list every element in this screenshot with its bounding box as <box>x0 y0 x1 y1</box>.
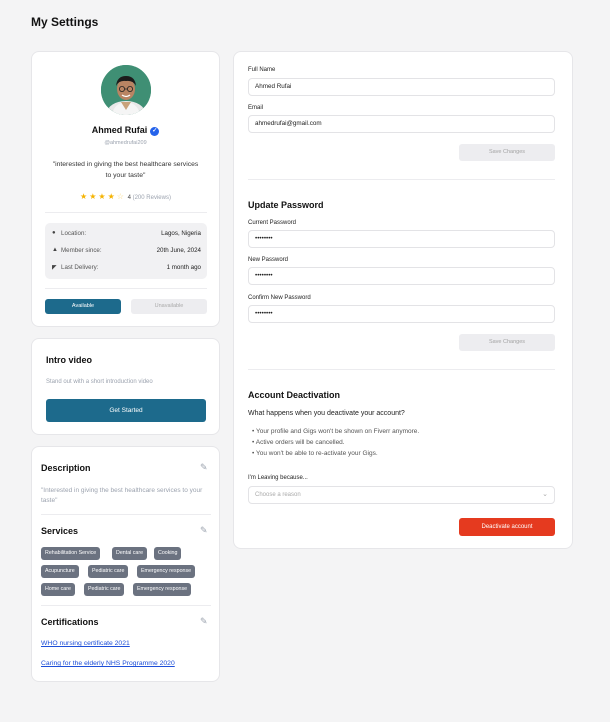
info-value: 20th June, 2024 <box>156 247 201 254</box>
rating-reviews: (200 Reviews) <box>132 195 171 201</box>
reason-placeholder: Choose a reason <box>255 492 301 498</box>
info-label: Member since: <box>61 247 102 254</box>
info-label: Location: <box>61 230 87 237</box>
unavailable-button[interactable]: Unavailable <box>131 299 207 314</box>
service-tag: Emergency response <box>133 583 192 596</box>
intro-title: Intro video <box>46 355 93 365</box>
deactivation-bullet: • Your profile and Gigs won't be shown o… <box>252 428 420 435</box>
intro-subtitle: Stand out with a short introduction vide… <box>46 379 153 385</box>
verified-badge-icon: ✓ <box>150 127 160 136</box>
new-password-label: New Password <box>248 257 289 263</box>
intro-video-card: Intro video Stand out with a short intro… <box>31 338 220 435</box>
info-row-member-since: ▲ Member since: 20th June, 2024 <box>45 242 207 260</box>
info-value: Lagos, Nigeria <box>161 230 201 237</box>
deactivation-title: Account Deactivation <box>248 390 341 400</box>
info-value: 1 month ago <box>166 264 201 271</box>
star-icon: ★ <box>80 192 88 201</box>
star-outline-icon: ☆ <box>116 192 124 201</box>
deactivation-question: What happens when you deactivate your ac… <box>248 410 405 417</box>
divider <box>41 605 211 606</box>
details-card: Description ✎ "Interested in giving the … <box>31 446 220 682</box>
page-title: My Settings <box>31 15 99 29</box>
profile-name-row: Ahmed Rufai ✓ <box>32 125 219 136</box>
current-password-label: Current Password <box>248 220 297 226</box>
reason-select[interactable]: Choose a reason ⌄ <box>248 486 555 504</box>
full-name-label: Full Name <box>248 67 276 73</box>
email-label: Email <box>248 105 264 111</box>
certifications-title: Certifications <box>41 617 99 627</box>
divider <box>41 514 211 515</box>
deactivation-bullet: • You won't be able to re-activate your … <box>252 450 378 457</box>
service-tag: Emergency response <box>137 565 196 578</box>
divider <box>248 179 555 180</box>
get-started-button[interactable]: Get Started <box>46 399 206 422</box>
update-password-title: Update Password <box>248 200 324 210</box>
edit-certifications-icon[interactable]: ✎ <box>200 616 208 627</box>
deactivation-bullet: • Active orders will be cancelled. <box>252 439 345 446</box>
current-password-input[interactable]: •••••••• <box>248 230 555 248</box>
bullet-text: Active orders will be cancelled. <box>255 439 345 446</box>
star-icon: ★ <box>89 192 97 201</box>
send-icon: ◤ <box>52 265 57 271</box>
chevron-down-icon: ⌄ <box>542 491 548 498</box>
rating: ★ ★ ★ ★ ☆ 4 (200 Reviews) <box>32 192 219 201</box>
edit-services-icon[interactable]: ✎ <box>200 525 208 536</box>
service-tag: Home care <box>41 583 75 596</box>
divider <box>45 288 207 289</box>
avatar[interactable] <box>101 65 151 115</box>
new-password-input[interactable]: •••••••• <box>248 267 555 285</box>
save-profile-button[interactable]: Save Changes <box>459 144 555 161</box>
description-title: Description <box>41 463 91 473</box>
profile-name: Ahmed Rufai <box>91 125 148 135</box>
star-icon: ★ <box>98 192 106 201</box>
profile-quote: "interested in giving the best healthcar… <box>52 161 199 179</box>
service-tag: Pediatric care <box>88 565 129 578</box>
bullet-text: You won't be able to re-activate your Gi… <box>255 450 378 457</box>
certification-link[interactable]: WHO nursing certificate 2021 <box>41 640 130 647</box>
description-text: "Interested in giving the best healthcar… <box>41 487 203 504</box>
service-tag: Acupuncture <box>41 565 79 578</box>
service-tag: Cooking <box>154 547 182 560</box>
confirm-password-input[interactable]: •••••••• <box>248 305 555 323</box>
profile-handle: @ahmedrufai209 <box>104 140 147 146</box>
email-input[interactable]: ahmedrufai@gmail.com <box>248 115 555 133</box>
full-name-input[interactable]: Ahmed Rufai <box>248 78 555 96</box>
info-label: Last Delivery: <box>61 264 99 271</box>
service-tag: Pediatric care <box>84 583 125 596</box>
settings-form-card: Full Name Ahmed Rufai Email ahmedrufai@g… <box>233 51 573 549</box>
profile-card: Ahmed Rufai ✓ @ahmedrufai209 "interested … <box>31 51 220 327</box>
profile-info: ● Location: Lagos, Nigeria ▲ Member sinc… <box>45 223 207 279</box>
info-row-location: ● Location: Lagos, Nigeria <box>45 225 207 243</box>
service-tag: Rehabilitation Service <box>41 547 101 560</box>
available-button[interactable]: Available <box>45 299 121 314</box>
edit-description-icon[interactable]: ✎ <box>200 462 208 473</box>
user-icon: ▲ <box>52 247 58 253</box>
confirm-password-label: Confirm New Password <box>248 295 311 301</box>
location-pin-icon: ● <box>52 230 56 236</box>
deactivate-account-button[interactable]: Deactivate account <box>459 518 555 536</box>
rating-value: 4 <box>127 195 131 201</box>
save-password-button[interactable]: Save Changes <box>459 334 555 351</box>
info-row-last-delivery: ◤ Last Delivery: 1 month ago <box>45 259 207 277</box>
star-icon: ★ <box>107 192 115 201</box>
divider <box>248 369 555 370</box>
divider <box>45 212 207 213</box>
service-tag: Dental care <box>112 547 148 560</box>
reason-label: I'm Leaving because... <box>248 475 308 481</box>
bullet-text: Your profile and Gigs won't be shown on … <box>255 428 420 435</box>
certification-link[interactable]: Caring for the elderly NHS Programme 202… <box>41 660 175 667</box>
services-title: Services <box>41 526 79 536</box>
